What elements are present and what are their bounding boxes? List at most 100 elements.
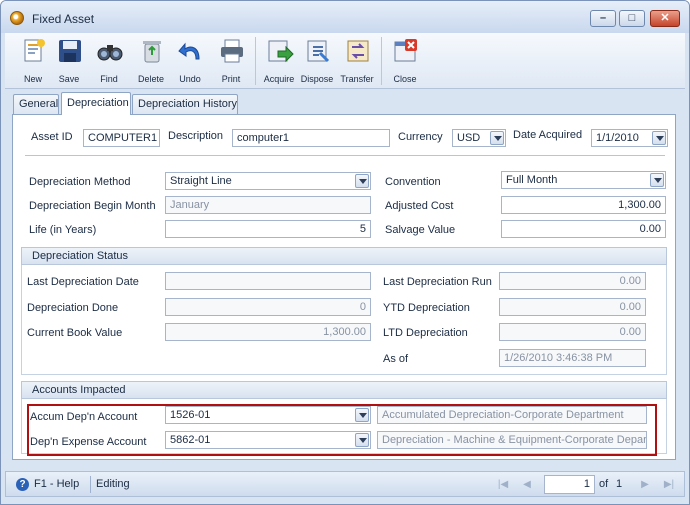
depn-expense-account-label: Dep'n Expense Account — [30, 436, 147, 448]
tab-general[interactable]: General — [13, 94, 59, 114]
tab-depreciation-history[interactable]: Depreciation History — [132, 94, 238, 114]
maximize-icon: □ — [628, 12, 636, 24]
binoculars-icon — [97, 45, 123, 61]
minimize-icon: – — [599, 12, 607, 24]
page-of-label: of — [599, 478, 609, 490]
dispose-icon — [307, 40, 330, 63]
chevron-down-icon[interactable] — [490, 131, 504, 145]
help-label[interactable]: F1 - Help — [34, 478, 79, 490]
last-depreciation-run-label: Last Depreciation Run — [383, 276, 492, 288]
title-bar: Fixed Asset – □ ✕ — [1, 1, 689, 33]
status-bar: ? F1 - Help Editing |◀ ◀ 1 of 1 ▶ ▶| — [5, 471, 685, 497]
description-label: Description — [168, 130, 224, 142]
currency-value: USD — [457, 132, 481, 144]
divider — [25, 155, 665, 156]
window-title: Fixed Asset — [32, 12, 95, 26]
accum-depn-account-description: Accumulated Depreciation-Corporate Depar… — [377, 406, 647, 424]
undo-arrow-icon — [178, 42, 200, 60]
date-acquired-picker[interactable]: 1/1/2010 — [591, 129, 668, 147]
close-button[interactable]: Close — [385, 36, 425, 86]
depn-expense-account-select[interactable]: 5862-01 — [165, 431, 371, 449]
chevron-down-icon[interactable] — [355, 174, 369, 188]
mode-label: Editing — [96, 478, 130, 490]
convention-value: Full Month — [506, 174, 558, 186]
depreciation-status-header: Depreciation Status — [21, 247, 667, 265]
ltd-depreciation-field[interactable]: 0.00 — [499, 323, 646, 341]
accum-depn-account-select[interactable]: 1526-01 — [165, 406, 371, 424]
depn-expense-account-description: Depreciation - Machine & Equipment-Corpo… — [377, 431, 647, 449]
next-page-icon[interactable]: ▶ — [638, 478, 652, 491]
transfer-button[interactable]: Transfer — [337, 36, 377, 86]
accounts-impacted-header: Accounts Impacted — [21, 381, 667, 399]
status-separator — [90, 476, 91, 493]
adjusted-cost-field[interactable]: 1,300.00 — [501, 196, 666, 214]
new-document-icon — [24, 39, 45, 62]
currency-label: Currency — [398, 131, 443, 143]
convention-select[interactable]: Full Month — [501, 171, 666, 189]
depreciation-method-label: Depreciation Method — [29, 176, 131, 188]
depreciation-method-select[interactable]: Straight Line — [165, 172, 371, 190]
depreciation-done-field[interactable]: 0 — [165, 298, 371, 316]
print-label: Print — [221, 74, 241, 84]
help-icon[interactable]: ? — [16, 478, 29, 491]
app-icon — [10, 11, 24, 25]
as-of-field[interactable]: 1/26/2010 3:46:38 PM — [499, 349, 646, 367]
find-button[interactable]: Find — [89, 36, 129, 86]
last-depreciation-date-field[interactable] — [165, 272, 371, 290]
ltd-depreciation-label: LTD Depreciation — [383, 327, 468, 339]
undo-button[interactable]: Undo — [170, 36, 210, 86]
depreciation-done-label: Depreciation Done — [27, 302, 119, 314]
tab-depreciation[interactable]: Depreciation — [61, 92, 131, 115]
salvage-value-label: Salvage Value — [385, 224, 456, 236]
chevron-down-icon[interactable] — [355, 433, 369, 447]
date-acquired-value: 1/1/2010 — [596, 132, 639, 144]
life-field[interactable]: 5 — [165, 220, 371, 238]
date-acquired-label: Date Acquired — [513, 129, 583, 141]
as-of-label: As of — [383, 353, 409, 365]
last-depreciation-date-label: Last Depreciation Date — [27, 276, 139, 288]
ytd-depreciation-field[interactable]: 0.00 — [499, 298, 646, 316]
description-field[interactable]: computer1 — [232, 129, 390, 147]
salvage-value-field[interactable]: 0.00 — [501, 220, 666, 238]
close-window-button[interactable]: ✕ — [650, 10, 680, 27]
acquire-icon — [268, 40, 294, 63]
page-total-label: 1 — [616, 478, 623, 490]
asset-id-label: Asset ID — [31, 131, 73, 143]
transfer-icon — [347, 40, 369, 62]
accum-depn-account-label: Accum Dep'n Account — [30, 411, 138, 423]
floppy-disk-icon — [59, 40, 81, 62]
last-depreciation-run-field[interactable]: 0.00 — [499, 272, 646, 290]
currency-select[interactable]: USD — [452, 129, 506, 147]
life-label: Life (in Years) — [29, 224, 97, 236]
print-button[interactable]: Print — [211, 36, 251, 86]
begin-month-label: Depreciation Begin Month — [29, 200, 156, 212]
maximize-button[interactable]: □ — [619, 10, 645, 27]
chevron-down-icon[interactable] — [650, 173, 664, 187]
close-window-icon — [394, 39, 417, 62]
previous-page-icon[interactable]: ◀ — [520, 478, 534, 491]
asset-id-field[interactable]: COMPUTER1 — [83, 129, 160, 147]
accum-depn-account-value: 1526-01 — [170, 409, 211, 421]
close-icon: ✕ — [660, 12, 670, 24]
chevron-down-icon[interactable] — [355, 408, 369, 422]
first-page-icon[interactable]: |◀ — [496, 478, 510, 491]
transfer-label: Transfer — [340, 74, 374, 84]
depreciation-panel: Asset ID COMPUTER1 Description computer1… — [12, 114, 676, 460]
current-book-value-field[interactable]: 1,300.00 — [165, 323, 371, 341]
depn-expense-account-value: 5862-01 — [170, 434, 211, 446]
recycle-bin-icon — [143, 41, 161, 63]
convention-label: Convention — [385, 176, 441, 188]
adjusted-cost-label: Adjusted Cost — [385, 200, 454, 212]
current-book-value-label: Current Book Value — [27, 327, 123, 339]
page-number-input[interactable]: 1 — [544, 475, 595, 494]
chevron-down-icon[interactable] — [652, 131, 666, 145]
last-page-icon[interactable]: ▶| — [662, 478, 676, 491]
toolbar: New Save Find Delete Undo Print Acquire — [5, 33, 685, 89]
close-label: Close — [393, 74, 417, 84]
begin-month-field[interactable]: January — [165, 196, 371, 214]
depreciation-method-value: Straight Line — [170, 175, 232, 187]
minimize-button[interactable]: – — [590, 10, 616, 27]
printer-icon — [221, 39, 243, 63]
ytd-depreciation-label: YTD Depreciation — [383, 302, 470, 314]
fixed-asset-window: Fixed Asset – □ ✕ New Save Find Delete U… — [0, 0, 690, 505]
